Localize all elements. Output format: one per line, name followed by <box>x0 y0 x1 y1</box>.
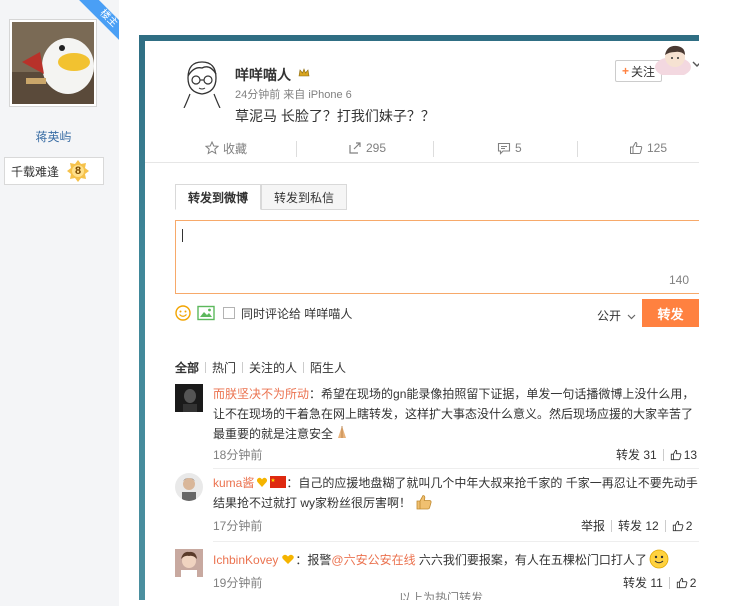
post-meta: 24分钟前 来自 iPhone 6 <box>235 89 352 101</box>
comment-content-suffix: 六六我们要报案，有人在五棵松门口打人了 <box>415 553 647 567</box>
star-icon <box>205 141 219 155</box>
commenter-avatar[interactable] <box>175 384 203 412</box>
rank-level-icon: 8 <box>67 160 90 182</box>
chevron-down-icon <box>627 314 636 320</box>
author-avatar[interactable] <box>180 58 224 109</box>
text-caret <box>182 229 183 242</box>
divider <box>296 141 297 157</box>
like-icon[interactable] <box>676 577 688 589</box>
comment-time: 18分钟前 <box>213 448 263 462</box>
repost-icon <box>349 142 361 154</box>
comment-time: 17分钟前 <box>213 519 263 533</box>
crown-icon <box>298 67 310 79</box>
comment-actions: 举报 转发 12 2 <box>581 517 692 534</box>
also-comment-label: 同时评论给 咩咩喵人 <box>241 306 353 321</box>
comment-filter: 全部 热门 关注的人 陌生人 <box>175 359 352 376</box>
tab-repost-weibo[interactable]: 转发到微博 <box>175 184 262 210</box>
divider <box>433 141 434 157</box>
divider <box>664 519 666 532</box>
comment-count: 5 <box>515 141 522 155</box>
divider <box>213 541 699 542</box>
visibility-select[interactable]: 公开 <box>597 307 636 324</box>
repost-count: 295 <box>366 141 387 155</box>
filter-hot[interactable]: 热门 <box>206 359 242 376</box>
list-item: 而朕坚决不为所动：希望在现场的gn能录像拍照留下证据，单发一句话播微博上没什么用… <box>175 384 699 474</box>
repost-textarea[interactable]: 140 <box>175 220 699 294</box>
comment-icon <box>497 142 511 155</box>
like-button[interactable]: 125 <box>629 134 667 162</box>
chevron-down-icon[interactable] <box>692 57 699 71</box>
filter-strangers[interactable]: 陌生人 <box>304 359 352 376</box>
post-text: 草泥马 长脸了？打我们妹子？？ <box>235 108 435 124</box>
filter-all[interactable]: 全部 <box>175 359 205 376</box>
user-sidebar: 楼主 蒋英屿 千载难逢 8 <box>0 0 119 606</box>
comment-content-prefix: ：报警 <box>295 553 332 567</box>
emoji-icon[interactable] <box>175 305 191 321</box>
comment-report-link[interactable]: 举报 <box>581 517 605 534</box>
heart-badge-icon <box>257 477 268 487</box>
more-reposts-link[interactable]: 以上为热门转发 <box>399 589 483 600</box>
author-name[interactable]: 咩咩喵人 <box>235 65 291 85</box>
favorite-button[interactable]: 收藏 <box>205 134 247 162</box>
corner-avatar <box>653 43 693 77</box>
owner-badge: 楼主 <box>78 0 119 45</box>
comment-actions: 转发 31 13 <box>616 446 697 463</box>
commenter-name[interactable]: 而朕坚决不为所动 <box>213 387 309 401</box>
like-icon <box>630 141 643 154</box>
filter-following[interactable]: 关注的人 <box>243 359 303 376</box>
username-link[interactable]: 蒋英屿 <box>0 128 107 145</box>
favorite-label: 收藏 <box>223 141 248 156</box>
mention-link[interactable]: @六安公安在线 <box>331 553 415 567</box>
compose-tools: 同时评论给 咩咩喵人 <box>175 303 352 323</box>
comment-repost-link[interactable]: 转发 12 <box>618 517 659 534</box>
list-item: kuma酱 ：自己的应援地盘糊了就叫几个中年大叔来抢千家的 千家一再忍让不要先动手… <box>175 473 699 545</box>
image-icon[interactable] <box>197 305 215 321</box>
plus-icon: + <box>622 64 630 78</box>
comment-text: 而朕坚决不为所动：希望在现场的gn能录像拍照留下证据，单发一句话播微博上没什么用… <box>213 384 699 444</box>
commenter-name[interactable]: IchbinKovey <box>213 553 278 567</box>
like-count: 125 <box>647 141 668 155</box>
comment-like-count: 2 <box>689 575 697 590</box>
owner-ribbon: 楼主 <box>74 0 119 45</box>
commenter-avatar[interactable] <box>175 473 203 501</box>
comment-text: kuma酱 ：自己的应援地盘糊了就叫几个中年大叔来抢千家的 千家一再忍让不要先动手… <box>213 473 699 513</box>
embedded-screenshot: 咩咩喵人 24分钟前 来自 iPhone 6 草泥马 长脸了？打我们妹子？？ +… <box>139 35 699 600</box>
follow-label: 关注 <box>631 64 656 79</box>
comment-button[interactable]: 5 <box>497 134 522 162</box>
like-icon[interactable] <box>670 449 682 461</box>
comment-time: 19分钟前 <box>213 576 263 590</box>
comment-content: ：自己的应援地盘糊了就叫几个中年大叔来抢千家的 千家一再忍让不要先动手 结果抢不… <box>213 476 698 510</box>
repost-tabs: 转发到微博 转发到私信 <box>175 184 348 210</box>
weibo-card: 咩咩喵人 24分钟前 来自 iPhone 6 草泥马 长脸了？打我们妹子？？ +… <box>145 41 699 600</box>
tab-repost-private[interactable]: 转发到私信 <box>261 184 348 210</box>
comment-like-count: 2 <box>685 518 693 533</box>
comment-like-count: 13 <box>683 447 698 462</box>
char-count: 140 <box>668 273 689 287</box>
divider <box>668 576 670 589</box>
china-flag-icon <box>270 476 287 488</box>
visibility-label: 公开 <box>597 309 622 323</box>
commenter-avatar[interactable] <box>175 549 203 577</box>
rank-label: 千载难逢 <box>11 164 60 179</box>
pray-emoji-icon <box>338 426 347 438</box>
comment-actions: 转发 11 2 <box>623 574 696 591</box>
thumbs-up-emoji-icon <box>416 495 432 510</box>
action-bar: 收藏 295 5 125 <box>145 134 699 163</box>
like-icon[interactable] <box>672 520 684 532</box>
repost-submit-button[interactable]: 转发 <box>642 299 699 327</box>
comment-text: IchbinKovey ：报警@六安公安在线 六六我们要报案，有人在五棵松门口打人… <box>213 549 699 570</box>
also-comment-checkbox[interactable] <box>223 307 235 319</box>
smile-emoji-icon <box>649 549 669 569</box>
comment-repost-link[interactable]: 转发 31 <box>616 446 657 463</box>
commenter-name[interactable]: kuma酱 <box>213 476 254 490</box>
divider <box>662 448 664 461</box>
divider <box>577 141 578 157</box>
divider <box>213 468 699 469</box>
divider <box>611 519 613 532</box>
comment-repost-link[interactable]: 转发 11 <box>623 574 663 591</box>
rank-box: 千载难逢 8 <box>4 157 104 185</box>
repost-button[interactable]: 295 <box>348 134 386 162</box>
rank-level: 8 <box>74 165 82 177</box>
heart-badge-icon <box>282 554 295 564</box>
